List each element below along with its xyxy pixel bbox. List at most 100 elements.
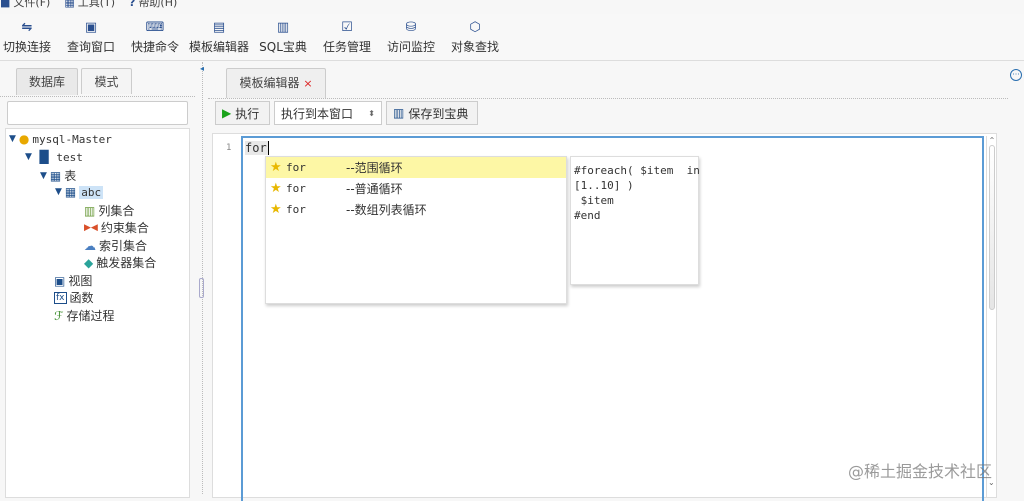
tree-node-views[interactable]: ▣ 视图 bbox=[54, 272, 92, 289]
tree-search-input[interactable] bbox=[7, 101, 188, 125]
index-icon: ☁ bbox=[84, 238, 96, 253]
completion-desc: --数组列表循环 bbox=[346, 203, 427, 217]
tree-node-columns[interactable]: ▥ 列集合 bbox=[84, 202, 134, 219]
completion-doc-popup: #foreach( $item in [1..10] ) $item #end bbox=[570, 156, 700, 285]
menu-file-label: 文件(F) bbox=[13, 0, 51, 9]
terminal-icon: ⌨ bbox=[145, 20, 165, 35]
object-search-button[interactable]: ⬡ 对象查找 bbox=[443, 20, 507, 55]
select-value: 执行到本窗口 bbox=[281, 106, 354, 121]
button-label: 访问监控 bbox=[386, 40, 435, 54]
node-label: 存储过程 bbox=[66, 309, 115, 323]
tree-node-database[interactable]: ▼ ▐▌ test bbox=[25, 150, 83, 164]
button-label: 查询窗口 bbox=[66, 40, 115, 54]
procedure-icon: ℱ bbox=[54, 308, 64, 323]
button-label: 快捷命令 bbox=[130, 40, 179, 54]
menu-help[interactable]: ? 帮助(H) bbox=[129, 0, 177, 10]
view-icon: ▣ bbox=[54, 273, 66, 288]
tree-node-tables[interactable]: ▼ ▦ 表 bbox=[40, 167, 76, 184]
editor-code-text: for bbox=[245, 141, 269, 155]
run-target-select[interactable]: 执行到本窗口 ⬍ bbox=[274, 101, 382, 125]
tree-node-triggers[interactable]: ◆ 触发器集合 bbox=[84, 254, 156, 271]
completion-keyword: for bbox=[286, 161, 306, 174]
menu-help-label: 帮助(H) bbox=[138, 0, 178, 9]
table-icon: ▦ bbox=[64, 185, 77, 199]
tab-database[interactable]: 数据库 bbox=[16, 68, 78, 95]
completion-keyword: for bbox=[286, 203, 306, 216]
switch-icon: ⇋ bbox=[21, 20, 33, 35]
expand-icon: ▼ bbox=[55, 187, 62, 197]
sql-book-button[interactable]: ▥ SQL宝典 bbox=[251, 20, 315, 55]
node-label: mysql-Master bbox=[32, 132, 112, 146]
star-icon: ★ bbox=[270, 181, 282, 196]
menu-file[interactable]: ■ 文件(F) bbox=[0, 0, 50, 10]
save-to-book-button[interactable]: ▥ 保存到宝典 bbox=[386, 101, 478, 125]
tab-schema[interactable]: 模式 bbox=[81, 68, 132, 94]
node-label: test bbox=[56, 150, 83, 164]
tab-template-editor[interactable]: 模板编辑器 × bbox=[226, 68, 326, 98]
tree-node-table-abc[interactable]: ▼ ▦ abc bbox=[55, 185, 104, 199]
node-label: 列集合 bbox=[98, 204, 135, 218]
database-tree[interactable]: ▼ ● mysql-Master ▼ ▐▌ test ▼ ▦ 表 ▼ ▦ abc ▥ 列集合 ▶◀… bbox=[5, 128, 190, 498]
tree-node-procedures[interactable]: ℱ 存储过程 bbox=[54, 307, 114, 324]
play-icon: ▶ bbox=[222, 106, 232, 120]
columns-icon: ▥ bbox=[84, 203, 96, 218]
node-label: 触发器集合 bbox=[96, 256, 157, 270]
tree-node-functions[interactable]: fx 函数 bbox=[54, 289, 94, 306]
tree-node-connection[interactable]: ▼ ● mysql-Master bbox=[9, 132, 112, 146]
button-label: 切换连接 bbox=[2, 40, 51, 54]
book-icon: ▥ bbox=[393, 106, 405, 120]
splitter-handle[interactable] bbox=[199, 278, 204, 298]
node-label: abc bbox=[79, 185, 104, 199]
scroll-up-icon[interactable]: ⌃ bbox=[987, 136, 997, 145]
run-button[interactable]: ▶ 执行 bbox=[215, 101, 270, 125]
run-label: 执行 bbox=[235, 106, 260, 121]
trigger-icon: ◆ bbox=[84, 255, 94, 270]
expand-icon: ▼ bbox=[40, 170, 47, 181]
completion-item[interactable]: ★ for --普通循环 bbox=[266, 178, 566, 199]
template-editor-button[interactable]: ▤ 模板编辑器 bbox=[187, 20, 251, 55]
toolbar: ⇋ 切换连接 ▣ 查询窗口 ⌨ 快捷命令 ▤ 模板编辑器 ▥ SQL宝典 ☑ 任务管理 ⛁ 访… bbox=[0, 14, 1024, 61]
scrollbar-thumb[interactable] bbox=[989, 145, 995, 310]
switch-connection-button[interactable]: ⇋ 切换连接 bbox=[0, 20, 59, 55]
select-arrows-icon: ⬍ bbox=[368, 108, 375, 118]
clipboard-icon: ☑ bbox=[341, 20, 353, 35]
button-label: 任务管理 bbox=[322, 40, 371, 54]
tab-label: 模板编辑器 bbox=[239, 76, 300, 90]
star-icon: ★ bbox=[270, 160, 282, 175]
database-icon: ▐▌ bbox=[34, 150, 54, 164]
node-label: 函数 bbox=[69, 291, 94, 305]
access-monitor-button[interactable]: ⛁ 访问监控 bbox=[379, 20, 443, 55]
star-icon: ★ bbox=[270, 202, 282, 217]
button-label: 对象查找 bbox=[450, 40, 499, 54]
more-options-icon[interactable]: ··· bbox=[1010, 69, 1022, 81]
button-label: SQL宝典 bbox=[259, 40, 307, 54]
table-icon: ▦ bbox=[49, 168, 62, 183]
object-search-icon: ⬡ bbox=[469, 20, 481, 35]
autocomplete-popup: ★ for --范围循环 ★ for --普通循环 ★ for --数组列表循环 bbox=[265, 156, 567, 304]
quick-command-button[interactable]: ⌨ 快捷命令 bbox=[123, 20, 187, 55]
node-label: 约束集合 bbox=[100, 221, 149, 235]
completion-item[interactable]: ★ for --范围循环 bbox=[266, 157, 566, 178]
tree-node-constraints[interactable]: ▶◀ 约束集合 bbox=[84, 219, 149, 236]
menu-tools[interactable]: ▦ 工具(T) bbox=[64, 0, 115, 10]
tree-node-indexes[interactable]: ☁ 索引集合 bbox=[84, 237, 147, 254]
button-label: 模板编辑器 bbox=[188, 40, 249, 54]
close-icon[interactable]: × bbox=[303, 77, 312, 90]
mysql-icon: ● bbox=[18, 132, 30, 146]
vertical-scrollbar[interactable]: ⌃ bbox=[986, 136, 997, 498]
line-number: 1 bbox=[226, 143, 232, 153]
watermark: @稀土掘金技术社区 bbox=[848, 462, 993, 481]
query-window-button[interactable]: ▣ 查询窗口 bbox=[59, 20, 123, 55]
task-manager-button[interactable]: ☑ 任务管理 bbox=[315, 20, 379, 55]
completion-desc: --范围循环 bbox=[346, 161, 403, 175]
completion-item[interactable]: ★ for --数组列表循环 bbox=[266, 199, 566, 220]
divider bbox=[208, 98, 1008, 99]
constraint-icon: ▶◀ bbox=[84, 222, 98, 233]
query-window-icon: ▣ bbox=[84, 20, 98, 35]
collapse-icon[interactable]: ◂ bbox=[200, 64, 204, 73]
expand-icon: ▼ bbox=[9, 134, 16, 144]
node-label: 索引集合 bbox=[99, 239, 148, 253]
template-editor-icon: ▤ bbox=[212, 20, 226, 35]
completion-desc: --普通循环 bbox=[346, 182, 403, 196]
menu-bar: ■ 文件(F) ▦ 工具(T) ? 帮助(H) bbox=[0, 0, 1024, 10]
